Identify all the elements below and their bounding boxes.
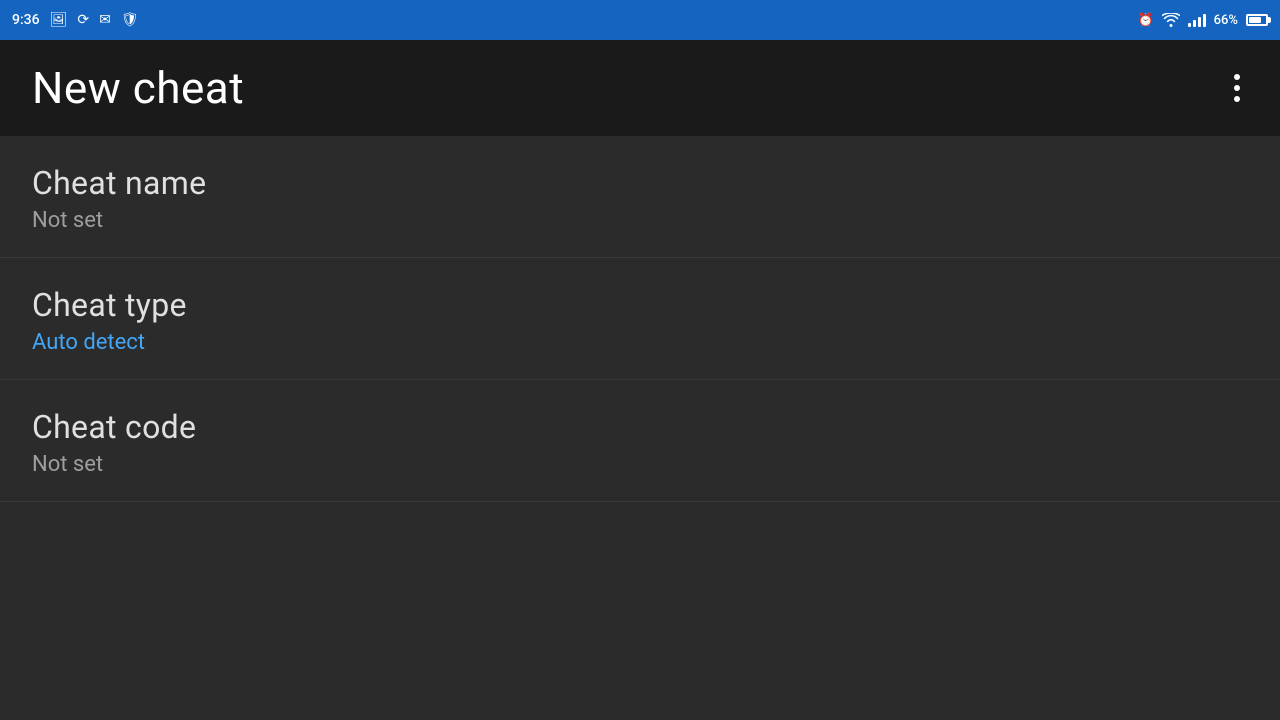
dot-3 [1234, 96, 1240, 102]
message-icon: ✉ [99, 12, 111, 28]
cheat-name-value: Not set [32, 208, 1248, 233]
cheat-code-label: Cheat code [32, 408, 1248, 446]
alarm-icon: ⏰ [1137, 13, 1153, 28]
battery-icon [1246, 14, 1268, 26]
image-icon: 🖼 [50, 12, 68, 28]
cheat-type-value: Auto detect [32, 330, 1248, 355]
shield-icon: 🛡 [121, 12, 139, 28]
dot-2 [1234, 85, 1240, 91]
sync-icon: ⟳ [77, 12, 89, 28]
cheat-code-item[interactable]: Cheat code Not set [0, 380, 1280, 502]
cheat-type-label: Cheat type [32, 286, 1248, 324]
cheat-code-value: Not set [32, 452, 1248, 477]
time-display: 9:36 [12, 12, 40, 28]
wifi-icon [1162, 13, 1180, 27]
content-area: Cheat name Not set Cheat type Auto detec… [0, 136, 1280, 502]
cheat-name-label: Cheat name [32, 164, 1248, 202]
app-bar: New cheat [0, 40, 1280, 136]
dot-1 [1234, 74, 1240, 80]
more-options-button[interactable] [1226, 66, 1248, 110]
signal-icon [1188, 13, 1206, 27]
status-bar: 9:36 🖼 ⟳ ✉ 🛡 ⏰ 66% [0, 0, 1280, 40]
cheat-name-item[interactable]: Cheat name Not set [0, 136, 1280, 258]
battery-percent: 66% [1214, 13, 1238, 28]
status-bar-left: 9:36 🖼 ⟳ ✉ 🛡 [12, 12, 139, 28]
cheat-type-item[interactable]: Cheat type Auto detect [0, 258, 1280, 380]
page-title: New cheat [32, 62, 244, 114]
status-bar-right: ⏰ 66% [1137, 13, 1268, 28]
